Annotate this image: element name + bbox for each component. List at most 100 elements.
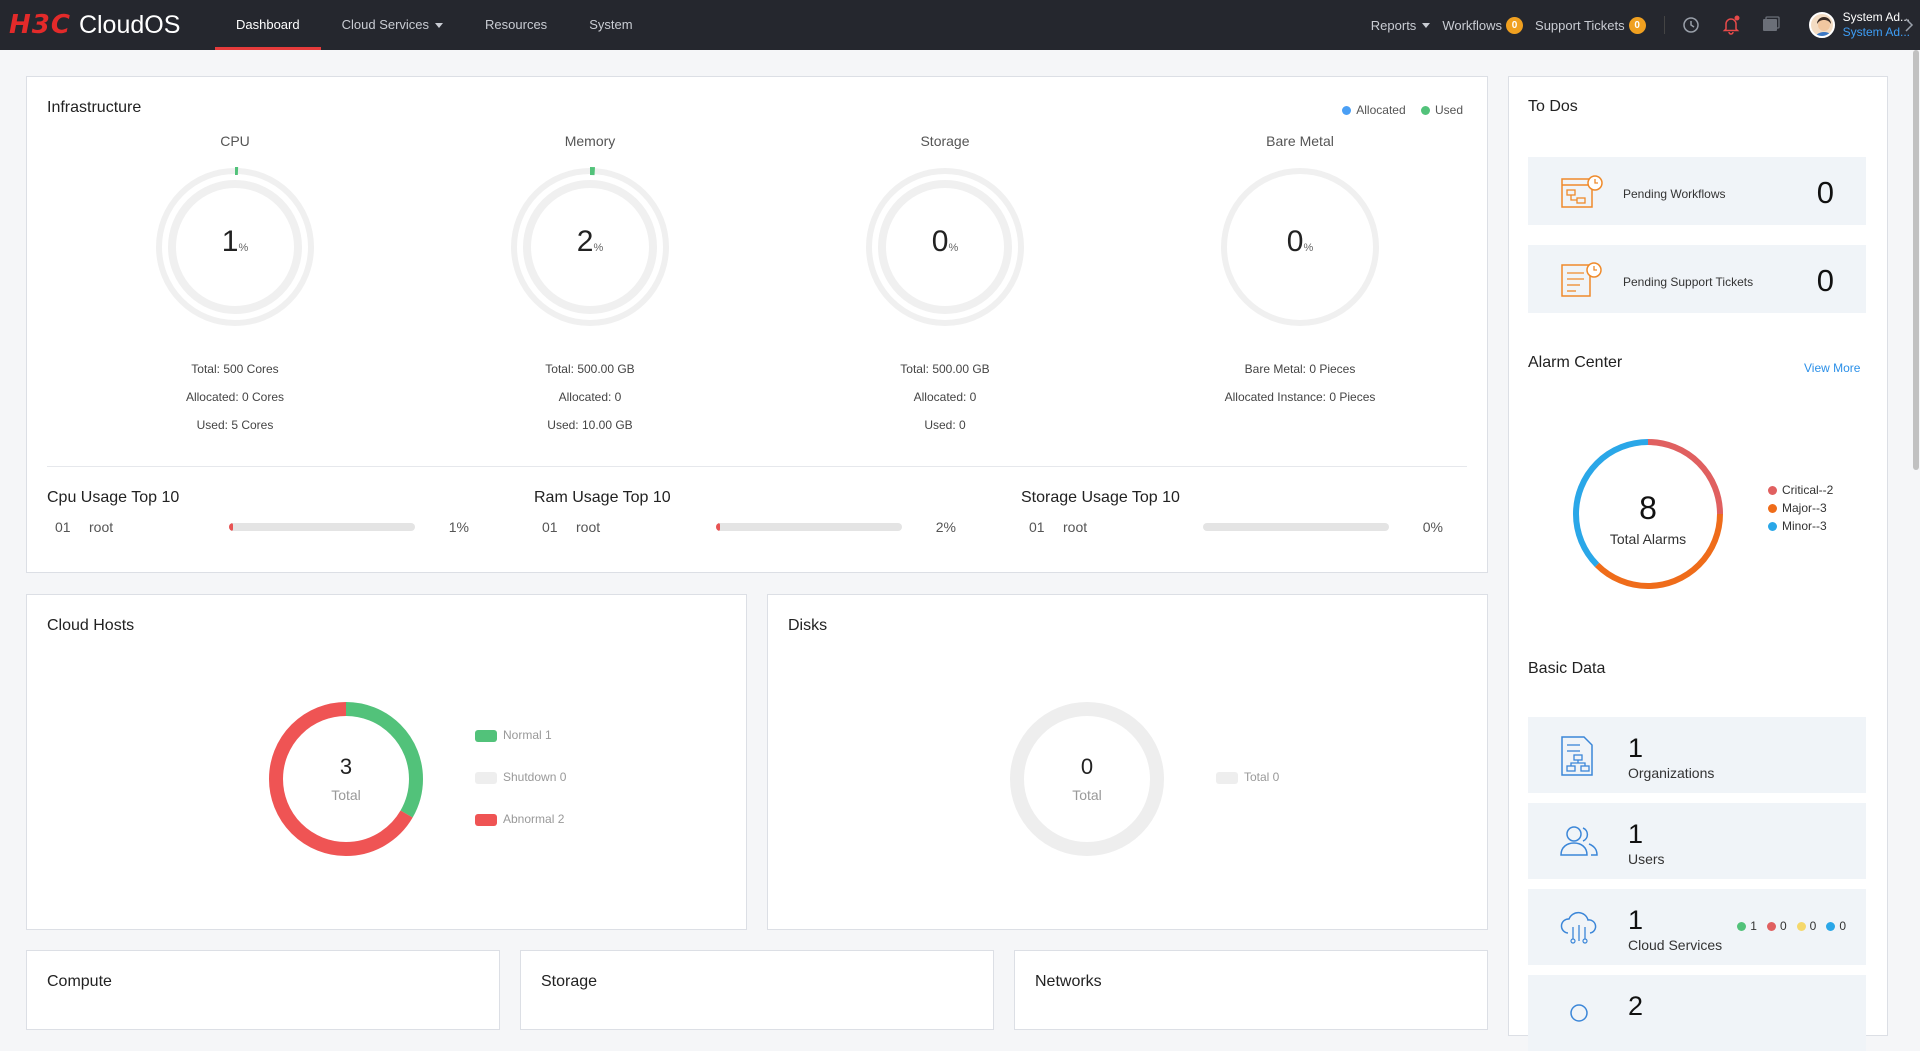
compute-title: Compute [47,973,112,990]
cloud-hosts-panel: Cloud Hosts 3 Total Normal 1 Shutdown 0 … [26,594,747,930]
cloud-service-icon [1560,911,1597,944]
networks-title: Networks [1035,973,1102,990]
usage-name: root [89,519,114,535]
status-count: 1 [1750,919,1757,933]
workflow-icon [1561,175,1603,208]
logo[interactable]: H3C CloudOS [9,9,180,41]
gauge-total: Total: 500.00 GB [545,362,635,376]
gauge-total: Total: 500 Cores [191,362,279,376]
cloud-services-status: 1 0 0 0 [1737,919,1846,933]
usage-percent: 0% [1422,519,1443,535]
ticket-list-icon [1561,262,1602,297]
disks-title: Disks [788,617,828,634]
disks-total-label: Total [1072,787,1102,803]
top-navigation-bar: H3C CloudOS Dashboard Cloud Services Res… [0,0,1920,50]
organization-chart-icon [1561,736,1593,776]
alarm-center-title: Alarm Center [1528,354,1623,371]
cloud-services-card[interactable]: 1 Cloud Services 1 0 0 0 [1528,889,1866,965]
legend-abnormal[interactable]: Abnormal 2 [475,812,566,854]
basic-data-card-4[interactable]: 2 [1528,975,1866,1051]
legend-total[interactable]: Total 0 [1216,770,1279,812]
status-dot [1796,921,1806,931]
gauge-value: 0% [1220,225,1380,259]
usage-row[interactable]: 01 root 2% [534,519,974,535]
nav-resources-label: Resources [485,17,548,32]
workflows-badge: 0 [1506,16,1524,34]
pending-support-tickets-card[interactable]: Pending Support Tickets 0 [1528,245,1866,313]
chevron-down-icon [435,23,444,29]
cloud-hosts-total-label: Total [331,787,361,803]
alarm-total-label: Total Alarms [1610,531,1686,547]
nav-system[interactable]: System [568,0,653,50]
disks-panel: Disks 0 Total Total 0 [767,594,1488,930]
disks-legend: Total 0 [1216,770,1279,812]
legend-major[interactable]: Major--3 [1768,499,1833,517]
clock-button[interactable] [1671,0,1711,50]
organizations-card[interactable]: 1 Organizations [1528,717,1866,793]
legend-allocated: Allocated [1356,103,1406,117]
alarm-donut: 8 Total Alarms [1573,439,1723,589]
pending-workflows-card[interactable]: Pending Workflows 0 [1528,157,1866,225]
nav-dashboard[interactable]: Dashboard [215,0,321,50]
usage-rank: 01 [1029,519,1045,535]
ram-usage-top10: Ram Usage Top 10 01 root 2% [534,489,974,535]
infrastructure-title: Infrastructure [47,99,142,116]
scroll-thumb[interactable] [1913,50,1919,470]
main-nav: Dashboard Cloud Services Resources Syste… [215,0,654,50]
gauge-value-number: 0 [931,225,949,258]
usage-bar [229,523,415,531]
gauge-used: Used: 5 Cores [196,418,274,432]
usage-rank: 01 [542,519,558,535]
usage-title: Cpu Usage Top 10 [47,489,180,506]
usage-row[interactable]: 01 root 1% [47,519,487,535]
support-tickets-link[interactable]: Support Tickets 0 [1535,16,1646,34]
users-label: Users [1628,851,1665,867]
usage-bar [1203,523,1389,531]
users-icon [1560,826,1598,856]
legend-dot [1768,504,1777,514]
disks-donut: 0 Total [1010,702,1164,856]
legend-swatch [475,813,497,826]
legend-minor[interactable]: Minor--3 [1768,517,1833,535]
nav-cloud-services-label: Cloud Services [341,17,430,32]
legend-shutdown[interactable]: Shutdown 0 [475,770,566,812]
legend-critical[interactable]: Critical--2 [1768,481,1833,499]
view-more-link[interactable]: View More [1804,361,1860,375]
notifications-button[interactable] [1711,0,1751,50]
legend-dot [1768,486,1777,496]
legend-used: Used [1434,103,1463,117]
users-card[interactable]: 1 Users [1528,803,1866,879]
pending-support-tickets-label: Pending Support Tickets [1623,275,1754,289]
basic-data-count: 2 [1628,991,1644,1021]
networks-panel: Networks [1014,950,1488,1030]
avatar [1808,12,1835,38]
storage-title: Storage [541,973,598,990]
monitor-icon [1762,16,1780,31]
gauge-bare-metal-pieces: Bare Metal: 0 Pieces [1244,362,1356,376]
nav-resources[interactable]: Resources [464,0,568,50]
reports-menu[interactable]: Reports [1371,18,1431,33]
user-avatar-icon [1814,17,1833,36]
screen-button[interactable] [1751,0,1791,50]
gauge-label: CPU [220,133,250,149]
gauge-value-unit: % [593,242,604,254]
legend-normal[interactable]: Normal 1 [475,728,566,770]
organizations-label: Organizations [1628,765,1715,781]
logo-text: CloudOS [78,10,181,39]
chevron-right-icon[interactable] [1904,17,1914,33]
pending-workflows-count: 0 [1816,175,1834,210]
usage-bar-fill [229,523,233,531]
nav-cloud-services[interactable]: Cloud Services [321,0,464,50]
usage-row[interactable]: 01 root 0% [1021,519,1461,535]
user-menu[interactable]: System Ad... System Ad... [1808,10,1910,40]
gauge-allocated: Allocated: 0 Cores [185,390,285,404]
workflows-link[interactable]: Workflows 0 [1442,16,1524,34]
gauge-value: 2% [510,225,670,259]
gauge-value: 0% [865,225,1025,259]
cloud-hosts-legend: Normal 1 Shutdown 0 Abnormal 2 [475,728,566,854]
page-scrollbar[interactable] [1911,50,1920,1009]
alarm-total: 8 [1639,490,1657,526]
status-dot [1826,921,1836,931]
status-critical: 0 [1766,919,1787,933]
users-count: 1 [1628,819,1644,849]
